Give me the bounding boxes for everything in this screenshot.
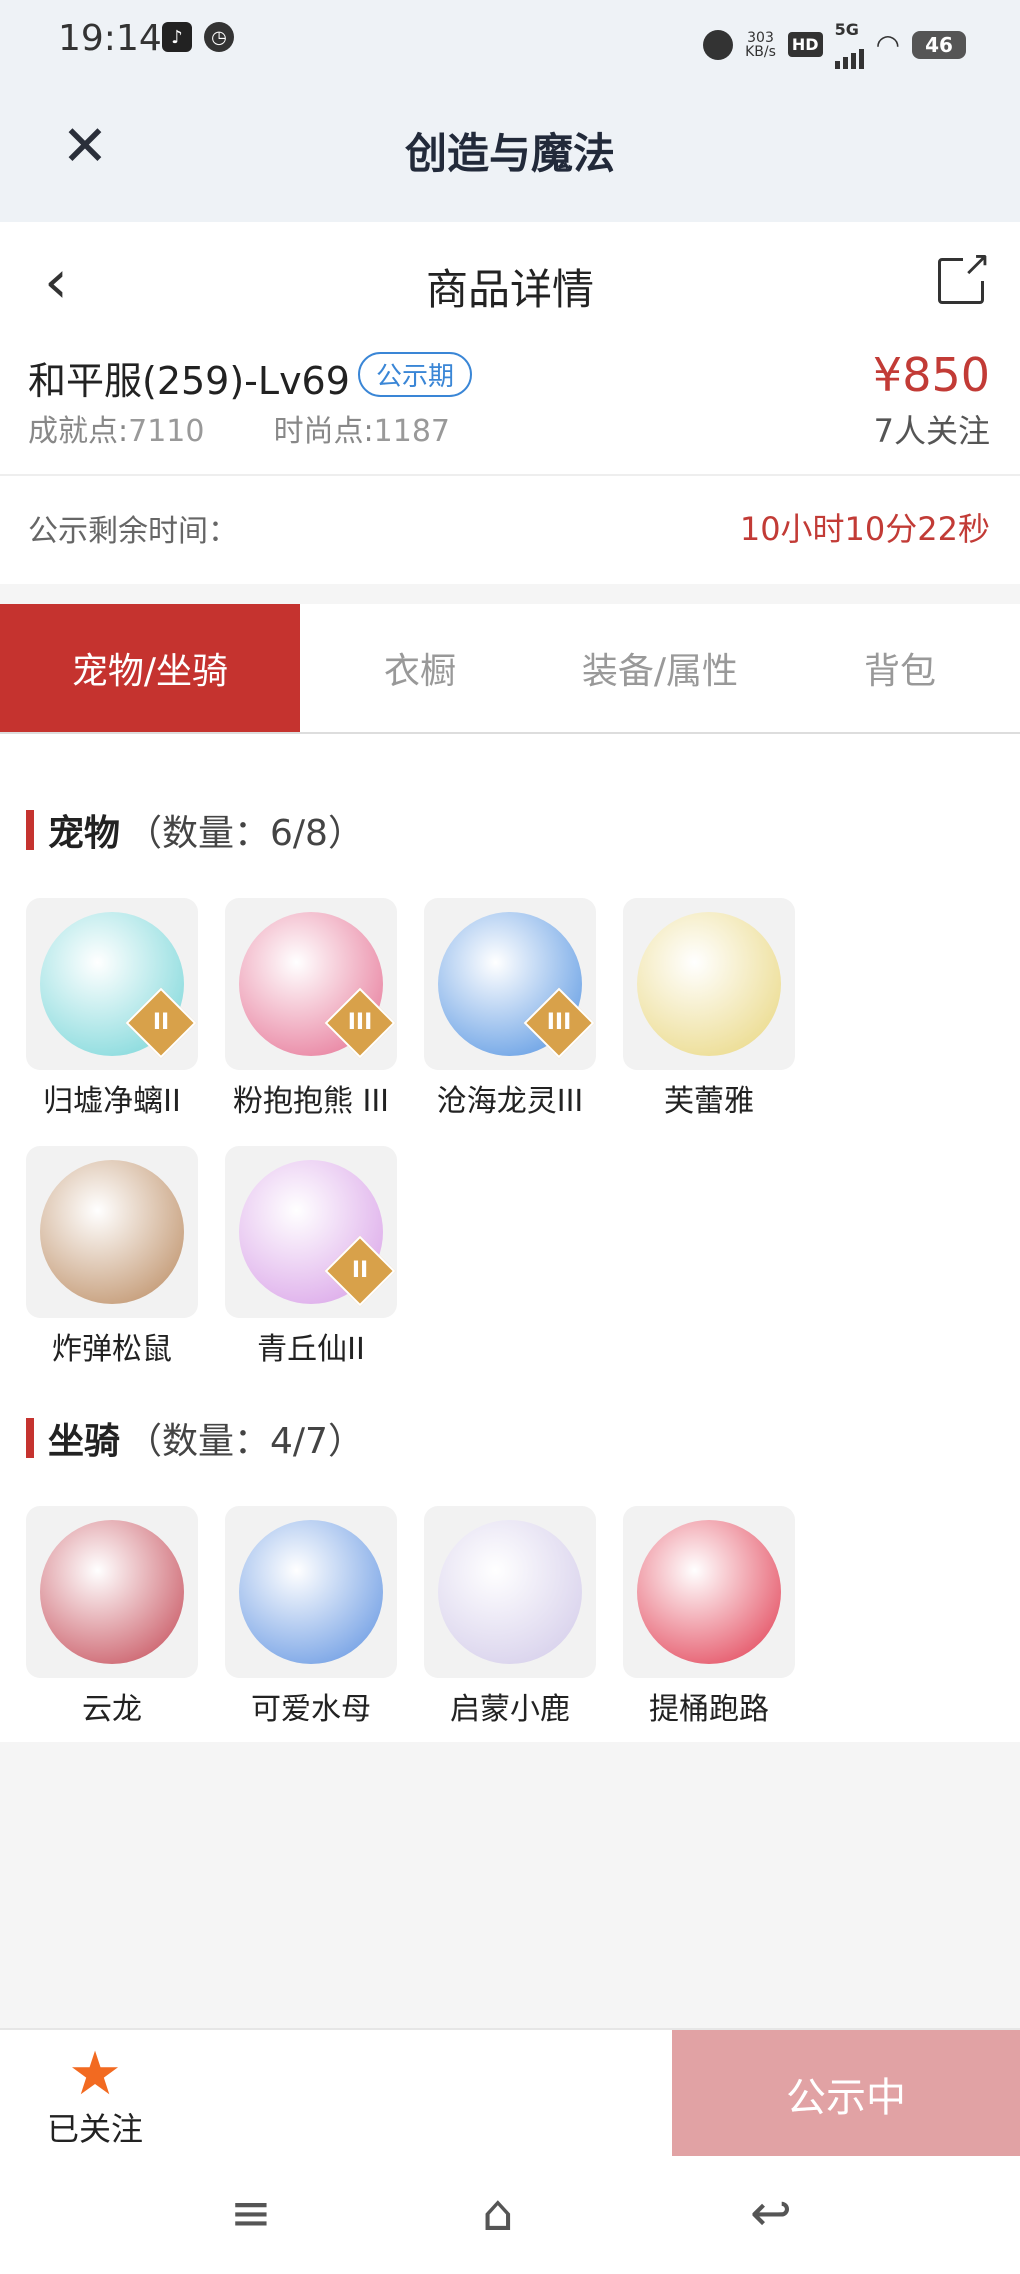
pet-card[interactable]: II 归墟净螭II — [26, 898, 198, 1120]
followers-count: 7人关注 — [873, 412, 990, 450]
countdown-value: 10小时10分22秒 — [739, 510, 990, 548]
wifi-icon: ◠ — [875, 28, 900, 61]
network-type: 5G — [834, 20, 864, 69]
status-button[interactable]: 公示中 — [672, 2030, 1020, 2158]
pet-thumbnail: III — [424, 898, 596, 1070]
pet-card[interactable]: III 粉抱抱熊 III — [225, 898, 397, 1120]
pet-thumbnail: II — [26, 898, 198, 1070]
mount-name: 启蒙小鹿 — [450, 1692, 570, 1727]
pet-name: 青丘仙II — [257, 1332, 365, 1367]
mount-card[interactable]: 云龙 — [26, 1506, 198, 1728]
page-title: 商品详情 — [425, 265, 594, 314]
pet-name: 芙蕾雅 — [664, 1084, 754, 1119]
pet-card[interactable]: 炸弹松鼠 — [26, 1146, 198, 1368]
menu-icon[interactable]: ≡ — [230, 2184, 272, 2242]
status-badge: 公示期 — [358, 352, 473, 397]
alarm-clock-icon — [703, 29, 734, 60]
countdown-label: 公示剩余时间： — [28, 514, 238, 549]
pets-grid: II 归墟净螭II III 粉抱抱熊 III III 沧海龙灵III 芙蕾雅炸弹松鼠 II 青丘… — [26, 898, 1006, 1394]
content-panel: 宠物 （数量：6/8） II 归墟净螭II III 粉抱抱熊 III III 沧海龙灵II… — [0, 734, 1020, 1742]
server-name: 和平服(259)-Lv69 — [28, 359, 350, 403]
alarm-icon: ◷ — [204, 22, 234, 52]
pet-thumbnail: III — [225, 898, 397, 1070]
tab-wardrobe[interactable]: 衣橱 — [300, 604, 540, 732]
share-icon[interactable]: ↗ — [938, 247, 991, 304]
battery-icon: 46 — [912, 30, 966, 59]
app-title-bar: ✕ 创造与魔法 — [0, 80, 1020, 222]
pets-section-title: 宠物 （数量：6/8） — [26, 804, 364, 856]
price: ¥850 — [872, 348, 990, 402]
hd-icon: HD — [787, 32, 823, 57]
mount-thumbnail — [225, 1506, 397, 1678]
pet-image — [637, 912, 781, 1056]
pet-thumbnail: II — [225, 1146, 397, 1318]
mounts-grid: 云龙 可爱水母 启蒙小鹿 提桶跑路 — [26, 1506, 1006, 1754]
mount-image — [239, 1520, 383, 1664]
mount-thumbnail — [424, 1506, 596, 1678]
pet-card[interactable]: III 沧海龙灵III — [424, 898, 596, 1120]
pet-name: 粉抱抱熊 III — [232, 1084, 390, 1119]
pet-card[interactable]: II 青丘仙II — [225, 1146, 397, 1368]
mount-image — [438, 1520, 582, 1664]
mount-name: 可爱水母 — [251, 1692, 371, 1727]
pet-name: 沧海龙灵III — [436, 1084, 584, 1119]
mount-image — [637, 1520, 781, 1664]
tiktok-icon: ♪ — [162, 22, 192, 52]
pet-thumbnail — [623, 898, 795, 1070]
status-time: 19:14 — [58, 18, 162, 59]
mount-name: 云龙 — [82, 1692, 142, 1727]
tab-pets-mounts[interactable]: 宠物/坐骑 — [0, 604, 300, 732]
signal-icon — [834, 39, 864, 69]
pet-image — [40, 1160, 184, 1304]
countdown-row: 公示剩余时间： 10小时10分22秒 — [0, 476, 1020, 584]
pet-card[interactable]: 芙蕾雅 — [623, 898, 795, 1120]
home-icon[interactable]: ⌂ — [482, 2184, 514, 2242]
page-header: ‹ 商品详情 ↗ — [0, 222, 1020, 344]
bottom-action-bar: ★ 已关注 公示中 — [0, 2028, 1020, 2158]
tab-equipment[interactable]: 装备/属性 — [540, 604, 780, 732]
mount-card[interactable]: 启蒙小鹿 — [424, 1506, 596, 1728]
follow-button[interactable]: ★ 已关注 — [40, 2044, 150, 2150]
product-info: 和平服(259)-Lv69 公示期 ¥850 成就点:7110 时尚点:1187… — [0, 344, 1020, 476]
mount-card[interactable]: 可爱水母 — [225, 1506, 397, 1728]
app-title: 创造与魔法 — [404, 129, 615, 178]
status-bar: 19:14 ♪ ◷ 303 KB/s HD 5G ◠ 46 — [0, 0, 1020, 80]
back-nav-icon[interactable]: ↩ — [750, 2184, 792, 2242]
pet-name: 归墟净螭II — [43, 1084, 181, 1119]
star-icon: ★ — [68, 2039, 122, 2109]
stats: 成就点:7110 时尚点:1187 — [28, 414, 451, 449]
tab-backpack[interactable]: 背包 — [780, 604, 1020, 732]
mount-name: 提桶跑路 — [649, 1692, 769, 1727]
mount-thumbnail — [623, 1506, 795, 1678]
mount-image — [40, 1520, 184, 1664]
tab-bar: 宠物/坐骑 衣橱 装备/属性 背包 — [0, 604, 1020, 734]
pet-thumbnail — [26, 1146, 198, 1318]
network-speed: 303 KB/s — [745, 29, 776, 60]
mounts-section-title: 坐骑 （数量：4/7） — [26, 1412, 364, 1464]
mount-thumbnail — [26, 1506, 198, 1678]
pet-name: 炸弹松鼠 — [52, 1332, 172, 1367]
system-nav-bar: ≡ ⌂ ↩ — [0, 2156, 1020, 2274]
mount-card[interactable]: 提桶跑路 — [623, 1506, 795, 1728]
